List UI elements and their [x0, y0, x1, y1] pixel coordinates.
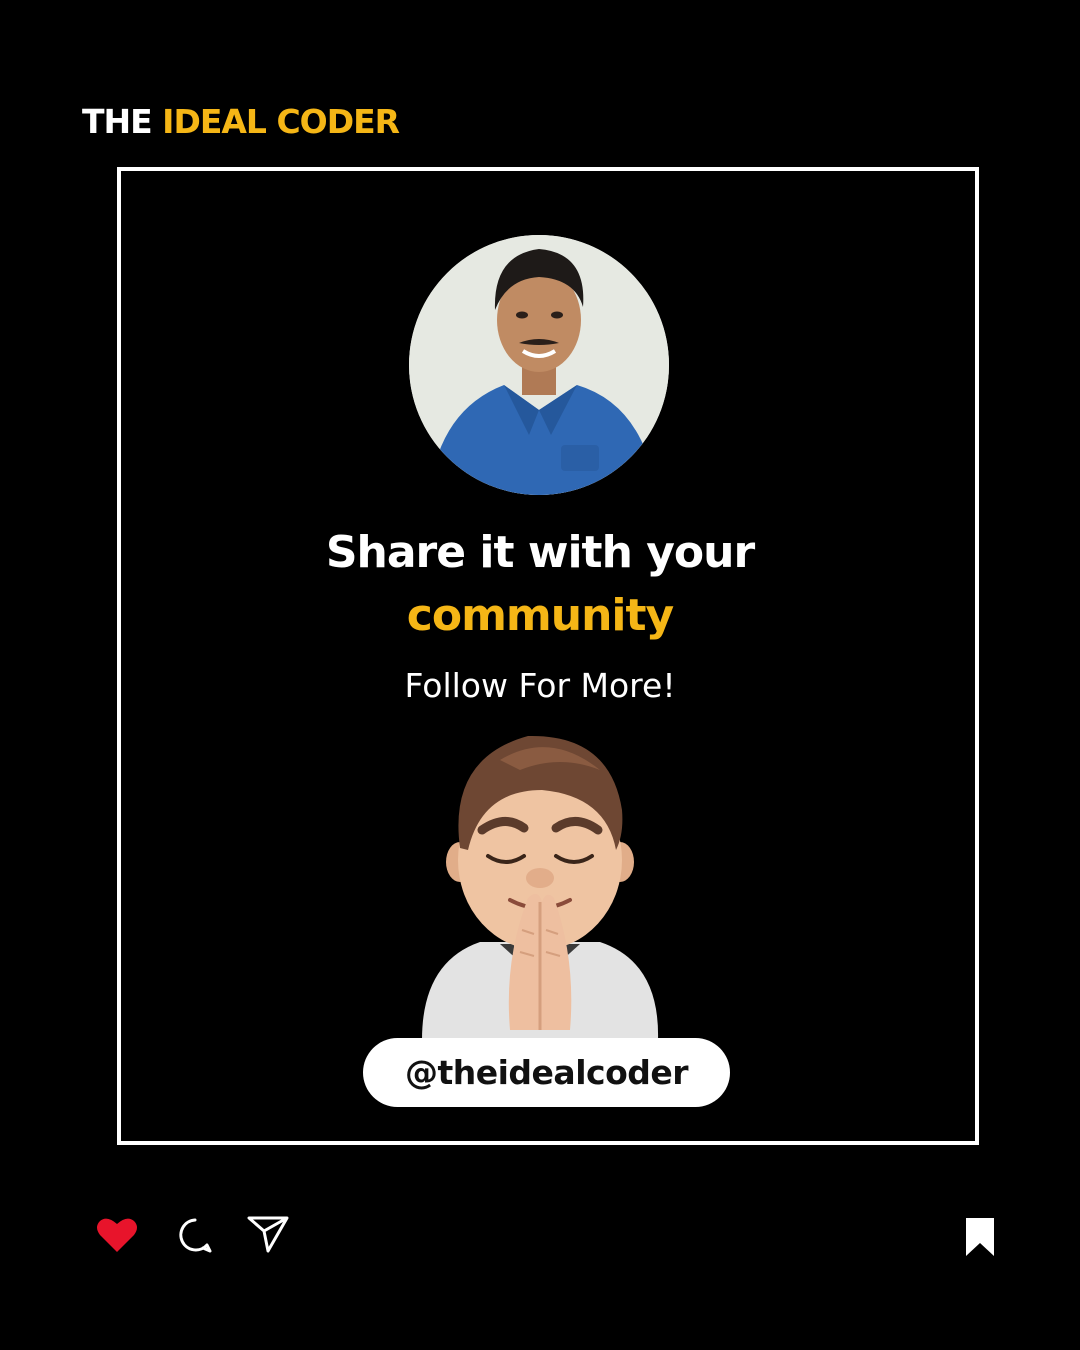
- avatar-photo: [409, 235, 669, 495]
- heart-icon[interactable]: [96, 1216, 138, 1254]
- handle-text: @theidealcoder: [404, 1053, 689, 1092]
- share-icon[interactable]: [246, 1214, 290, 1254]
- memoji-illustration: [410, 730, 670, 1040]
- bookmark-icon[interactable]: [964, 1216, 996, 1258]
- handle-pill[interactable]: @theidealcoder: [363, 1038, 730, 1107]
- brand-logo: THE IDEAL CODER: [82, 102, 400, 142]
- brand-part-1: THE: [82, 102, 153, 141]
- follow-text: Follow For More!: [404, 666, 676, 705]
- headline-line-2: community: [406, 590, 674, 641]
- comment-icon[interactable]: [175, 1216, 215, 1256]
- headline-line-1: Share it with your: [325, 527, 755, 578]
- avatar: [409, 235, 669, 495]
- brand-part-2: IDEAL CODER: [162, 102, 400, 141]
